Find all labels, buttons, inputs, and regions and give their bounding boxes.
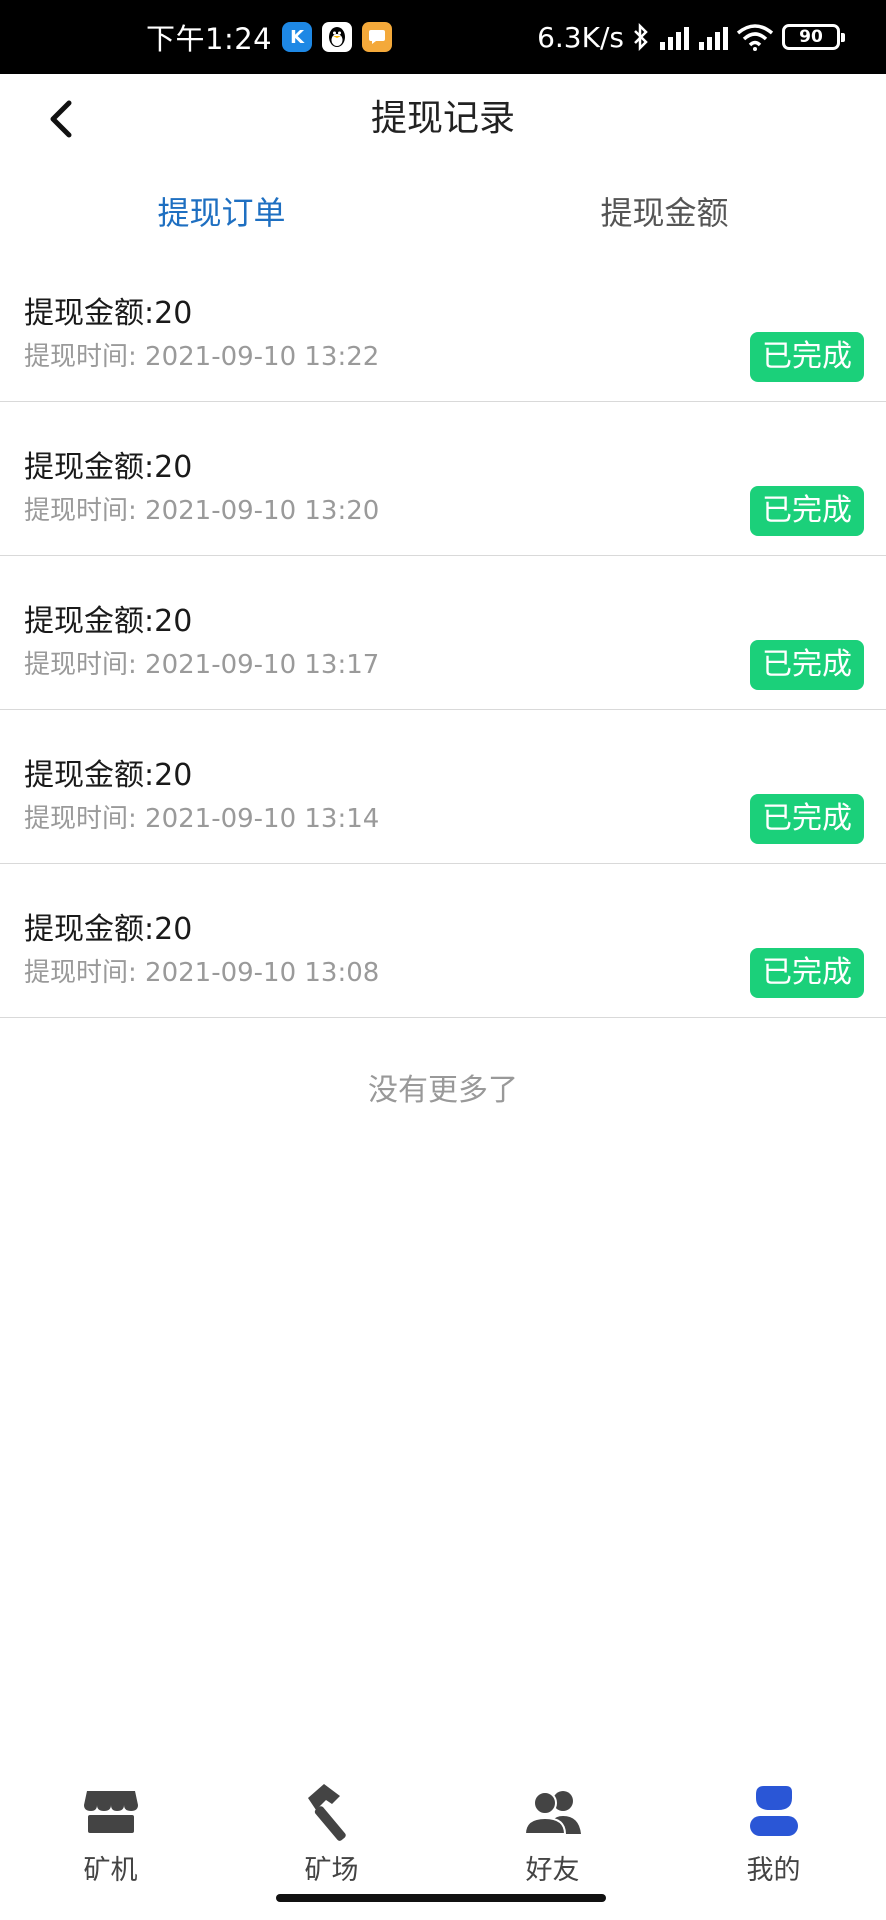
bluetooth-icon bbox=[634, 23, 648, 51]
status-badge: 已完成 bbox=[750, 794, 864, 844]
record-time: 提现时间: 2021-09-10 13:08 bbox=[24, 958, 380, 988]
nav-item-mine-field[interactable]: 矿场 bbox=[221, 1760, 442, 1900]
nav-item-friends[interactable]: 好友 bbox=[442, 1760, 663, 1900]
signal-icon bbox=[658, 24, 689, 50]
record-amount: 提现金额:20 bbox=[24, 296, 193, 331]
record-amount: 提现金额:20 bbox=[24, 450, 193, 485]
list-item: 提现金额:20 提现时间: 2021-09-10 13:14 已完成 bbox=[0, 710, 886, 864]
battery-icon: 90 bbox=[782, 24, 845, 50]
hammer-icon bbox=[302, 1782, 362, 1842]
status-badge: 已完成 bbox=[750, 948, 864, 998]
withdraw-record-list: 提现金额:20 提现时间: 2021-09-10 13:22 已完成 提现金额:… bbox=[0, 248, 886, 1018]
record-amount: 提现金额:20 bbox=[24, 912, 193, 947]
friends-icon bbox=[523, 1782, 583, 1842]
penguin-icon bbox=[329, 27, 346, 47]
status-badge: 已完成 bbox=[750, 332, 864, 382]
list-item: 提现金额:20 提现时间: 2021-09-10 13:17 已完成 bbox=[0, 556, 886, 710]
status-bar-left: 下午1:24 K bbox=[146, 0, 393, 74]
message-app-icon bbox=[362, 22, 393, 52]
nav-label: 矿场 bbox=[304, 1855, 359, 1886]
list-item: 提现金额:20 提现时间: 2021-09-10 13:08 已完成 bbox=[0, 864, 886, 1018]
page-title: 提现记录 bbox=[370, 98, 515, 139]
chat-bubble-icon bbox=[369, 30, 386, 44]
network-speed: 6.3K/s bbox=[537, 20, 624, 54]
home-indicator[interactable] bbox=[276, 1894, 606, 1902]
status-badge: 已完成 bbox=[750, 640, 864, 690]
nav-label: 矿机 bbox=[83, 1855, 138, 1886]
screen: 下午1:24 K 6.3K/s 90 提现记录 提现订单 提现金额 提现金额:2… bbox=[0, 0, 886, 1920]
nav-item-mine[interactable]: 我的 bbox=[663, 1760, 884, 1900]
record-time: 提现时间: 2021-09-10 13:17 bbox=[24, 650, 380, 680]
no-more-text: 没有更多了 bbox=[368, 1073, 518, 1108]
record-time: 提现时间: 2021-09-10 13:20 bbox=[24, 496, 380, 526]
list-item: 提现金额:20 提现时间: 2021-09-10 13:20 已完成 bbox=[0, 402, 886, 556]
nav-item-miner[interactable]: 矿机 bbox=[0, 1760, 221, 1900]
nav-label: 好友 bbox=[525, 1855, 580, 1886]
qq-app-icon bbox=[322, 22, 353, 52]
status-badge: 已完成 bbox=[750, 486, 864, 536]
record-amount: 提现金额:20 bbox=[24, 604, 193, 639]
shop-icon bbox=[83, 1782, 139, 1842]
nav-label: 我的 bbox=[746, 1855, 801, 1886]
list-item: 提现金额:20 提现时间: 2021-09-10 13:22 已完成 bbox=[0, 248, 886, 402]
k-app-icon: K bbox=[282, 22, 313, 52]
bottom-nav: 矿机 矿场 好友 我的 bbox=[0, 1760, 886, 1900]
status-bar-right: 6.3K/s 90 bbox=[537, 0, 845, 74]
wifi-icon bbox=[736, 24, 774, 51]
header: 提现记录 bbox=[0, 74, 886, 164]
signal-icon-2 bbox=[697, 24, 728, 50]
status-bar: 下午1:24 K 6.3K/s 90 bbox=[0, 0, 886, 74]
record-amount: 提现金额:20 bbox=[24, 758, 193, 793]
record-time: 提现时间: 2021-09-10 13:14 bbox=[24, 804, 380, 834]
status-time: 下午1:24 bbox=[146, 22, 273, 56]
user-icon bbox=[746, 1782, 802, 1842]
record-time: 提现时间: 2021-09-10 13:22 bbox=[24, 342, 380, 372]
